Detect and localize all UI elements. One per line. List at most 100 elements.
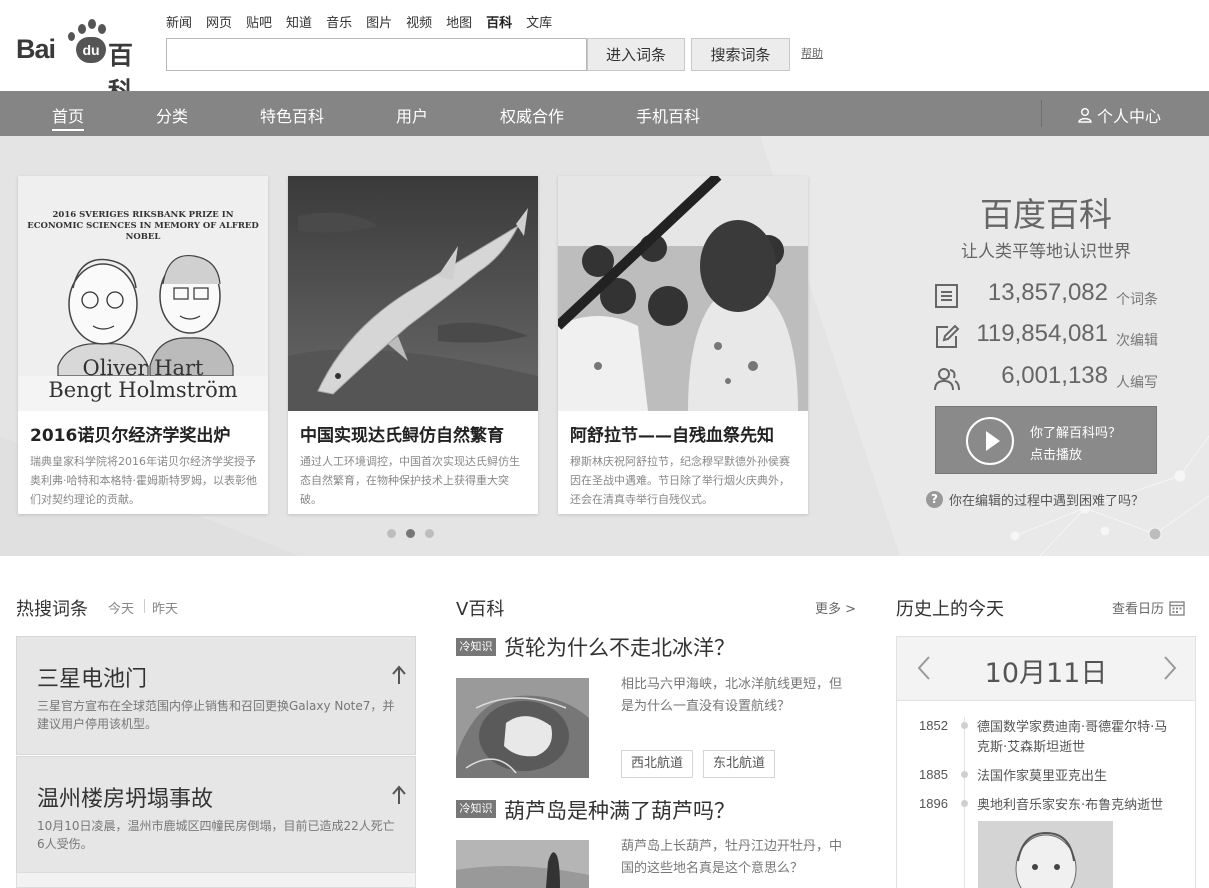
search-entry-button[interactable]: 搜索词条 (691, 38, 790, 71)
hot-item-title: 温州楼房坍塌事故 (37, 787, 214, 812)
history-date: 10月11日 (984, 658, 1108, 689)
chevron-right-icon[interactable] (1161, 655, 1179, 681)
video-button-line-1: 你了解百科吗？ (1030, 426, 1122, 441)
topnav-web[interactable]: 网页 (206, 12, 232, 31)
topnav-zhidao[interactable]: 知道 (286, 12, 312, 31)
history-event-year: 1885 (919, 767, 948, 782)
carousel-dots (387, 529, 434, 538)
hot-tab-divider (144, 599, 145, 613)
vbaike-item-desc: 相比马六甲海峡，北冰洋航线更短，但是为什么一直没有设置航线？ (621, 677, 843, 714)
banner-card-ashura[interactable]: 阿舒拉节——自残血祭先知 穆斯林庆祝阿舒拉节，纪念穆罕默德外孙侯赛因在圣战中遇难… (558, 176, 808, 514)
arrow-up-icon (392, 785, 406, 804)
banner-card-title: 阿舒拉节——自残血祭先知 (570, 426, 774, 446)
hot-item-samsung[interactable]: 三星电池门 三星官方宣布在全球范围内停止销售和召回更换Galaxy Note7，… (16, 636, 416, 755)
question-icon: ? (926, 491, 943, 508)
bruckner-portrait-image[interactable] (978, 821, 1113, 888)
stat-edits: 119,854,081 次编辑 (934, 320, 1166, 352)
keyword-northwest-passage[interactable]: 西北航道 (621, 750, 694, 778)
nav-home[interactable]: 首页 (52, 103, 85, 131)
nav-featured[interactable]: 特色百科 (260, 103, 324, 127)
hot-tab-yesterday[interactable]: 昨天 (152, 598, 178, 617)
topnav-news[interactable]: 新闻 (166, 12, 192, 31)
topnav-tieba[interactable]: 贴吧 (246, 12, 272, 31)
stat-entries: 13,857,082 个词条 (934, 279, 1166, 311)
brand-slogan: 让人类平等地认识世界 (961, 242, 1131, 262)
carousel-dot-1[interactable] (387, 529, 396, 538)
carousel-dot-2[interactable] (406, 529, 415, 538)
baidu-baike-logo[interactable]: Bai du 百科 (16, 18, 156, 106)
vbaike-tag: 冷知识 (456, 638, 496, 656)
editing-help-link[interactable]: ? 你在编辑的过程中遇到困难了吗？ (926, 490, 1144, 509)
history-event-year: 1896 (919, 796, 948, 811)
user-icon (1078, 108, 1092, 123)
history-section-title: 历史上的今天 (896, 599, 1004, 620)
banner-card-sturgeon[interactable]: 中国实现达氏鲟仿自然繁育 通过人工环境调控，中国首次实现达氏鲟仿生态自然繁育，在… (288, 176, 538, 514)
poster-header-text: 2016 SVERIGES RIKSBANK PRIZE IN ECONOMIC… (27, 210, 259, 240)
timeline-dot (961, 771, 968, 778)
history-panel: 10月11日 1852 德国数学家费迪南·哥德霍尔特·马克斯·艾森斯坦逝世 18… (896, 636, 1196, 888)
history-event-year: 1852 (919, 718, 948, 733)
history-event-text: 德国数学家费迪南·哥德霍尔特·马克斯·艾森斯坦逝世 (977, 720, 1168, 755)
intro-video-button[interactable]: 你了解百科吗？ 点击播放 (935, 406, 1157, 474)
hot-section-title: 热搜词条 (16, 599, 88, 620)
main-nav: 首页 分类 特色百科 用户 权威合作 手机百科 个人中心 (0, 91, 1209, 136)
edit-icon (936, 324, 960, 348)
top-nav: 新闻 网页 贴吧 知道 音乐 图片 视频 地图 百科 文库 (166, 12, 566, 31)
vbaike-tag: 冷知识 (456, 800, 496, 818)
nav-category[interactable]: 分类 (156, 103, 188, 127)
stat-value: 6,001,138 (1001, 362, 1108, 389)
search-input[interactable] (166, 38, 587, 71)
hot-tab-today[interactable]: 今天 (108, 598, 134, 617)
topnav-wenku[interactable]: 文库 (526, 12, 552, 31)
enter-entry-button[interactable]: 进入词条 (587, 38, 685, 71)
hot-item-desc: 三星官方宣布在全球范围内停止销售和召回更换Galaxy Note7，并建议用户停… (37, 699, 395, 731)
topnav-video[interactable]: 视频 (406, 12, 432, 31)
banner-card-title: 中国实现达氏鲟仿自然繁育 (300, 426, 504, 446)
help-link[interactable]: 帮助 (801, 45, 823, 61)
nav-divider (1041, 100, 1042, 127)
topnav-map[interactable]: 地图 (446, 12, 472, 31)
paw-toe-icon (68, 32, 75, 41)
vbaike-item-desc: 葫芦岛上长葫芦，牡丹江边开牡丹，中国的这些地名真是这个意思么？ (621, 839, 843, 876)
topnav-music[interactable]: 音乐 (326, 12, 352, 31)
keyword-northeast-passage[interactable]: 东北航道 (703, 750, 776, 778)
vbaike-item-title[interactable]: 葫芦岛是种满了葫芦吗？ (504, 795, 735, 825)
arctic-map-image[interactable] (456, 678, 589, 778)
video-button-line-2: 点击播放 (1030, 448, 1083, 463)
huludao-image[interactable] (456, 840, 589, 888)
vbaike-item-title[interactable]: 货轮为什么不走北冰洋？ (504, 632, 735, 662)
document-icon (935, 284, 958, 308)
logo-paw-du: du (76, 37, 106, 63)
banner-card-desc: 通过人工环境调控，中国首次实现达氏鲟仿生态自然繁育，在物种保护技术上获得重大突破… (300, 455, 520, 506)
hot-item-desc: 10月10日凌晨，温州市鹿城区四幢民房倒塌，目前已造成22人死亡6人受伤。 (37, 819, 395, 851)
stat-value: 13,857,082 (987, 279, 1108, 306)
poster-name-1: Oliver Hart (82, 356, 204, 380)
topnav-baike[interactable]: 百科 (486, 12, 512, 31)
nav-users[interactable]: 用户 (396, 103, 428, 127)
view-calendar-label: 查看日历 (1112, 602, 1165, 617)
hot-item-wenzhou[interactable]: 温州楼房坍塌事故 10月10日凌晨，温州市鹿城区四幢民房倒塌，目前已造成22人死… (16, 756, 416, 873)
arrow-up-icon (392, 665, 406, 684)
vbaike-more-link[interactable]: 更多 > (815, 598, 856, 617)
stat-unit: 个词条 (1116, 292, 1158, 308)
nobel-poster-image: 2016 SVERIGES RIKSBANK PRIZE IN ECONOMIC… (18, 176, 268, 411)
user-center-label: 个人中心 (1097, 107, 1162, 126)
header: Bai du 百科 新闻 网页 贴吧 知道 音乐 图片 视频 地图 百科 文库 … (0, 0, 1209, 106)
view-calendar-link[interactable]: 查看日历 (1112, 598, 1185, 617)
nav-mobile[interactable]: 手机百科 (636, 103, 700, 127)
banner: 2016 SVERIGES RIKSBANK PRIZE IN ECONOMIC… (0, 136, 1209, 556)
banner-card-nobel[interactable]: 2016 SVERIGES RIKSBANK PRIZE IN ECONOMIC… (18, 176, 268, 514)
calendar-icon (1169, 600, 1185, 616)
history-event-text: 奥地利音乐家安东·布鲁克纳逝世 (977, 798, 1164, 813)
ashura-image (558, 176, 808, 411)
user-center-link[interactable]: 个人中心 (1077, 103, 1161, 127)
hot-item-title: 三星电池门 (37, 667, 148, 692)
stat-writers: 6,001,138 人编写 (934, 362, 1166, 394)
users-icon (934, 368, 960, 391)
nav-partners[interactable]: 权威合作 (500, 103, 564, 127)
topnav-images[interactable]: 图片 (366, 12, 392, 31)
paw-toe-icon (88, 19, 96, 29)
sturgeon-image (288, 176, 538, 411)
hot-item-next-row (16, 872, 416, 888)
carousel-dot-3[interactable] (425, 529, 434, 538)
